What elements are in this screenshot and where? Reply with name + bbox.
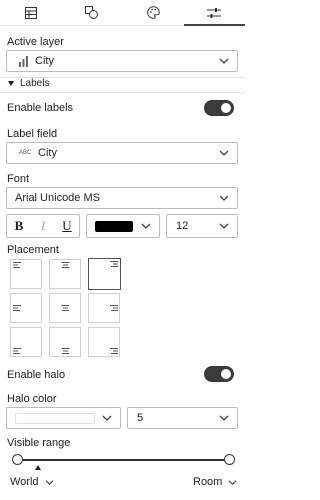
chevron-down-icon [102, 415, 112, 421]
sliders-icon [207, 7, 222, 18]
tab-palette[interactable] [123, 0, 184, 25]
chevron-down-icon [141, 223, 151, 229]
text-style-group: B I U [6, 214, 80, 238]
align-left-icon [13, 348, 21, 354]
font-label: Font [7, 173, 30, 185]
current-scale-marker [35, 465, 41, 470]
placement-top-center[interactable] [49, 259, 81, 289]
halo-size-value: 5 [137, 412, 144, 424]
halo-size-dropdown[interactable]: 5 [127, 407, 238, 429]
chevron-down-icon [228, 479, 237, 485]
range-min-dropdown[interactable]: World [10, 476, 54, 488]
placement-bottom-right[interactable] [88, 327, 120, 357]
enable-halo-label: Enable halo [7, 369, 66, 381]
chevron-down-icon [219, 58, 229, 64]
align-right-icon [110, 348, 118, 354]
chevron-down-icon [219, 195, 229, 201]
font-size-dropdown[interactable]: 12 [166, 214, 238, 238]
label-field-label: Label field [7, 128, 58, 140]
visible-range-min-thumb[interactable] [12, 454, 23, 465]
halo-color-label: Halo color [7, 393, 57, 405]
placement-label: Placement [7, 244, 59, 256]
align-center-icon [61, 305, 70, 311]
align-right-icon [110, 261, 118, 267]
caret-down-icon [8, 81, 14, 86]
placement-bottom-center[interactable] [49, 327, 81, 357]
bold-button[interactable]: B [7, 215, 31, 237]
placement-middle-left[interactable] [10, 293, 42, 323]
active-layer-label: Active layer [7, 36, 64, 48]
chevron-down-icon [219, 150, 229, 156]
text-color-picker[interactable] [86, 214, 160, 238]
range-max-value: Room [193, 476, 223, 488]
range-min-value: World [10, 476, 39, 488]
panel-tabs [0, 0, 246, 26]
enable-labels-label: Enable labels [7, 102, 74, 114]
tab-table[interactable] [0, 0, 61, 25]
visible-range-label: Visible range [7, 437, 71, 449]
shapes-icon [85, 6, 99, 19]
underline-button[interactable]: U [55, 215, 79, 237]
visible-range-track[interactable] [17, 459, 230, 461]
toggle-knob [221, 369, 231, 379]
halo-color-swatch [15, 413, 95, 424]
halo-color-picker[interactable] [6, 407, 121, 429]
chevron-down-icon [45, 479, 53, 485]
font-dropdown[interactable]: Arial Unicode MS [6, 187, 238, 209]
visible-range-max-thumb[interactable] [224, 454, 235, 465]
text-type-badge: ABC [19, 150, 32, 156]
labels-section-header[interactable]: Labels [8, 78, 49, 89]
font-value: Arial Unicode MS [15, 192, 100, 204]
range-max-dropdown[interactable]: Room [193, 476, 237, 488]
active-layer-dropdown[interactable]: City [6, 50, 238, 72]
text-color-swatch [95, 221, 133, 232]
label-field-dropdown[interactable]: ABC City [6, 142, 238, 164]
enable-halo-toggle[interactable] [204, 366, 234, 382]
placement-top-left[interactable] [10, 259, 42, 289]
chevron-down-icon [219, 415, 229, 421]
label-field-value: City [38, 147, 57, 159]
section-divider [0, 92, 245, 93]
enable-labels-toggle[interactable] [204, 100, 234, 116]
labels-section-title: Labels [20, 78, 50, 89]
italic-button[interactable]: I [31, 215, 55, 237]
align-center-icon [61, 348, 70, 354]
active-layer-value: City [35, 55, 54, 67]
align-right-icon [110, 305, 118, 311]
placement-middle-right[interactable] [88, 293, 120, 323]
bar-chart-icon [19, 56, 28, 67]
tab-settings[interactable] [183, 0, 246, 26]
chevron-down-icon [219, 223, 229, 229]
placement-top-right[interactable] [88, 258, 121, 290]
placement-bottom-left[interactable] [10, 327, 42, 357]
align-center-icon [61, 262, 70, 268]
toggle-knob [221, 103, 231, 113]
palette-icon [146, 6, 160, 19]
tab-shapes[interactable] [61, 0, 122, 25]
font-size-value: 12 [176, 220, 189, 232]
align-left-icon [13, 305, 21, 311]
align-left-icon [13, 262, 21, 268]
placement-middle-center[interactable] [49, 293, 81, 323]
table-icon [24, 6, 37, 19]
